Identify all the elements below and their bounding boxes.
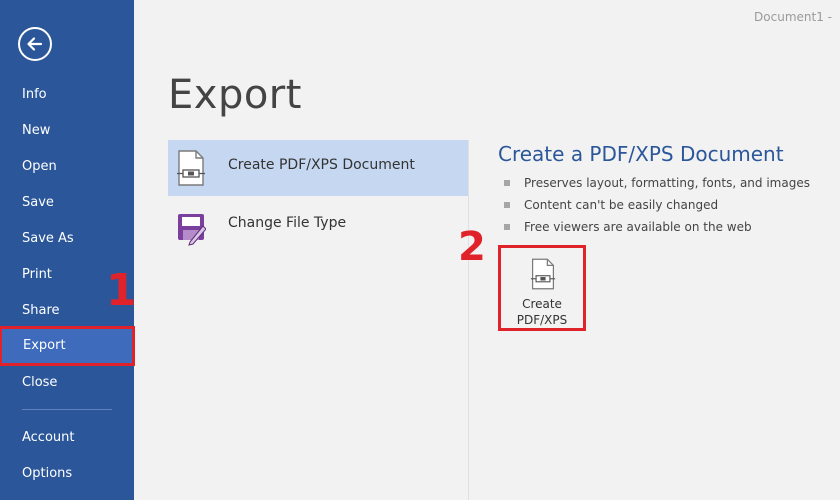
bullet-text: Preserves layout, formatting, fonts, and… [524, 176, 810, 190]
backstage-main: Document1 - Export Create PDF/XPS Docume… [134, 0, 840, 500]
nav-save-as[interactable]: Save As [0, 222, 134, 256]
nav-options[interactable]: Options [0, 457, 134, 491]
nav-close[interactable]: Close [0, 366, 134, 400]
step-2-marker: 2 [458, 224, 486, 270]
nav-account[interactable]: Account [0, 421, 134, 455]
nav-save[interactable]: Save [0, 186, 134, 220]
section-title: Create a PDF/XPS Document [498, 142, 784, 166]
option-change-file-type[interactable]: Change File Type [168, 198, 468, 254]
pdf-document-icon [530, 258, 556, 290]
create-pdf-xps-button[interactable]: Create PDF/XPS [498, 245, 586, 331]
bullet-item: Content can't be easily changed [504, 198, 718, 212]
pdf-document-icon [177, 150, 205, 186]
bullet-icon [504, 179, 510, 186]
change-file-type-icon [178, 214, 206, 246]
back-button[interactable] [18, 27, 52, 61]
document-title: Document1 - [754, 10, 832, 24]
nav-divider [22, 409, 112, 410]
step-1-marker: 1 [106, 265, 137, 316]
panel-divider [468, 140, 469, 500]
bullet-text: Free viewers are available on the web [524, 220, 752, 234]
nav-export[interactable]: Export [0, 326, 135, 366]
option-create-pdf-xps-label: Create PDF/XPS Document [228, 157, 415, 173]
back-arrow-icon [27, 37, 43, 51]
nav-open[interactable]: Open [0, 150, 134, 184]
backstage-sidebar: Info New Open Save Save As Print Share E… [0, 0, 135, 500]
option-change-file-type-label: Change File Type [228, 215, 347, 231]
button-label-line2: PDF/XPS [516, 313, 568, 327]
bullet-icon [504, 201, 510, 208]
bullet-icon [504, 223, 510, 230]
nav-new[interactable]: New [0, 114, 134, 148]
page-title: Export [168, 72, 302, 118]
create-pdf-xps-button-label: Create PDF/XPS [501, 296, 583, 328]
bullet-text: Content can't be easily changed [524, 198, 719, 212]
bullet-item: Preserves layout, formatting, fonts, and… [504, 176, 810, 190]
nav-info[interactable]: Info [0, 78, 134, 112]
button-label-line1: Create [522, 297, 562, 311]
option-create-pdf-xps[interactable]: Create PDF/XPS Document [168, 140, 468, 196]
bullet-item: Free viewers are available on the web [504, 220, 752, 234]
